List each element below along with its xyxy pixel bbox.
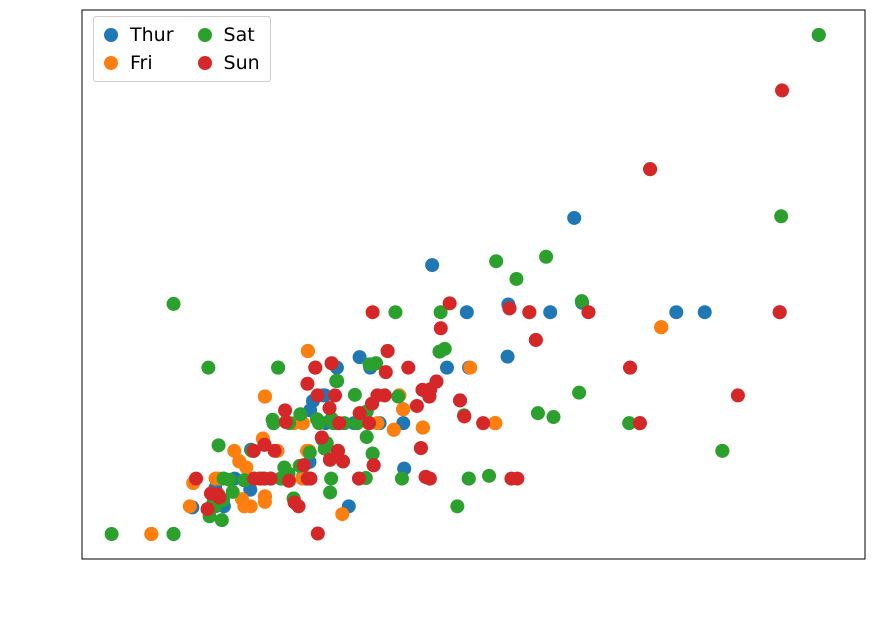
legend-label: Thur [130, 23, 174, 47]
legend: Thur Fri Sat Sun [93, 16, 271, 82]
legend-item-sun: Sun [198, 51, 260, 75]
legend-label: Sat [224, 23, 255, 47]
legend-dot-thur [104, 28, 118, 42]
legend-label: Fri [130, 51, 153, 75]
legend-label: Sun [224, 51, 260, 75]
legend-column: Sat Sun [198, 23, 260, 75]
legend-dot-sat [198, 28, 212, 42]
legend-dot-sun [198, 56, 212, 70]
legend-item-thur: Thur [104, 23, 174, 47]
legend-item-sat: Sat [198, 23, 260, 47]
legend-dot-fri [104, 56, 118, 70]
chart-canvas [0, 0, 876, 633]
legend-column: Thur Fri [104, 23, 174, 75]
scatter-chart: Thur Fri Sat Sun [0, 0, 876, 633]
legend-item-fri: Fri [104, 51, 174, 75]
